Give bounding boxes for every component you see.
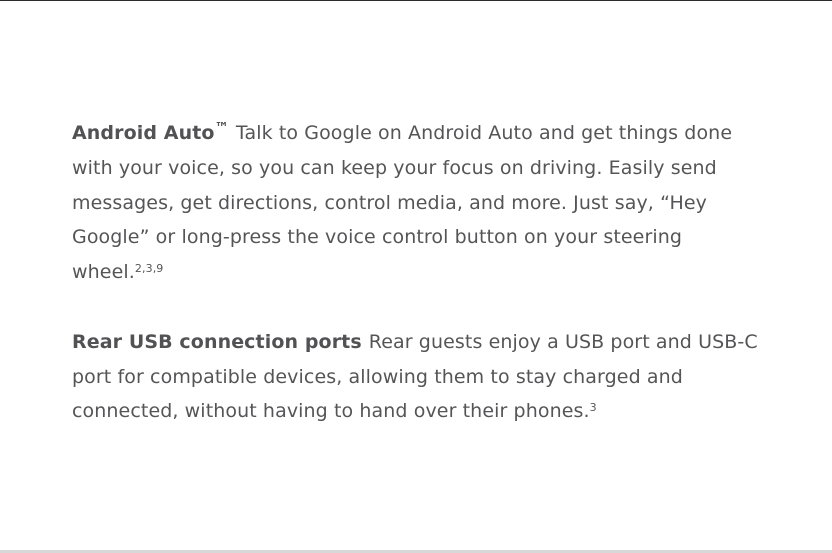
footnote-reference: 2,3,9 <box>134 262 164 276</box>
document-page: Android Auto™ Talk to Google on Android A… <box>0 0 832 553</box>
footnote-reference: 3 <box>589 401 597 415</box>
feature-title-text: Android Auto <box>72 122 215 144</box>
trademark-symbol: ™ <box>214 120 229 137</box>
feature-title: Rear USB connection ports <box>72 330 362 353</box>
feature-title: Android Auto™ <box>72 120 229 144</box>
feature-list: Android Auto™ Talk to Google on Android A… <box>72 116 772 429</box>
feature-rear-usb-ports: Rear USB connection ports Rear guests enj… <box>72 325 772 429</box>
feature-android-auto: Android Auto™ Talk to Google on Android A… <box>72 116 772 290</box>
feature-description: Talk to Google on Android Auto and get t… <box>72 122 733 284</box>
